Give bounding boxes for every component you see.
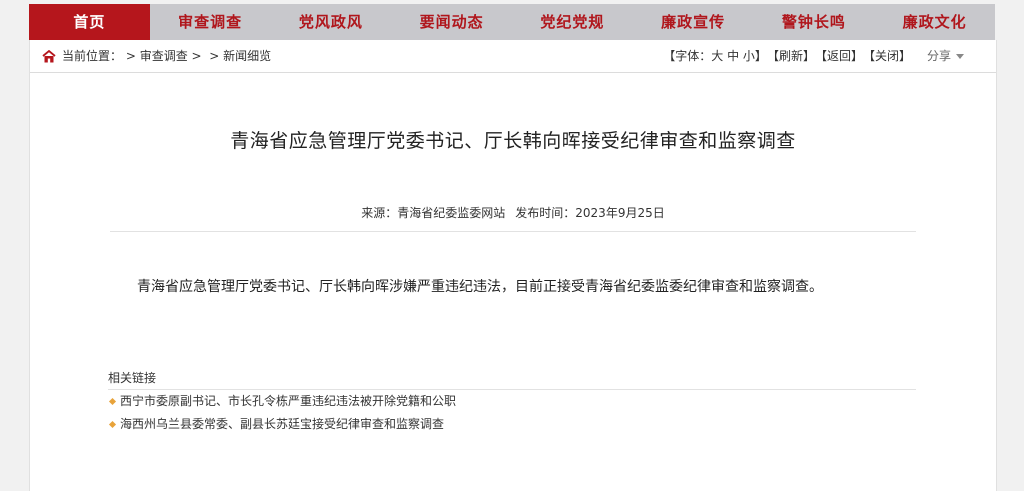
breadcrumb: 当前位置： > 审查调查 > > 新闻细览 <box>42 40 271 72</box>
breadcrumb-link-review[interactable]: 审查调查 <box>140 40 188 72</box>
related-link-item[interactable]: 海西州乌兰县委常委、副县长苏廷宝接受纪律审查和监察调查 <box>108 413 916 436</box>
nav-item-regulations[interactable]: 党纪党规 <box>512 4 633 40</box>
breadcrumb-separator: > <box>122 49 140 63</box>
related-links: 相关链接 西宁市委原副书记、市长孔令栋严重违纪违法被开除党籍和公职 海西州乌兰县… <box>108 368 916 436</box>
share-label: 分享 <box>926 49 951 63</box>
nav-item-home[interactable]: 首页 <box>29 4 150 40</box>
breadcrumb-current: 新闻细览 <box>223 49 272 63</box>
bullet-icon <box>108 420 117 429</box>
nav-item-culture[interactable]: 廉政文化 <box>874 4 995 40</box>
main-nav: 首页 审查调查 党风政风 要闻动态 党纪党规 廉政宣传 警钟长鸣 廉政文化 <box>29 4 995 40</box>
article-panel: 当前位置： > 审查调查 > > 新闻细览 【字体： 大 中 小 】 【刷新】 … <box>29 40 997 491</box>
article-source: 来源：青海省纪委监委网站 <box>361 206 506 220</box>
related-link-item[interactable]: 西宁市委原副书记、市长孔令栋严重违纪违法被开除党籍和公职 <box>108 390 916 413</box>
font-size-close-bracket: 】 <box>754 49 767 63</box>
nav-item-publicity[interactable]: 廉政宣传 <box>633 4 754 40</box>
toolbar: 当前位置： > 审查调查 > > 新闻细览 【字体： 大 中 小 】 【刷新】 … <box>30 40 996 73</box>
back-button[interactable]: 【返回】 <box>815 40 863 72</box>
article-title: 青海省应急管理厅党委书记、厅长韩向晖接受纪律审查和监察调查 <box>230 130 796 152</box>
font-size-label: 【字体： <box>663 49 712 63</box>
article-meta: 来源：青海省纪委监委网站 发布时间：2023年9月25日 <box>110 204 916 232</box>
related-links-list: 西宁市委原副书记、市长孔令栋严重违纪违法被开除党籍和公职 海西州乌兰县委常委、副… <box>108 390 916 436</box>
nav-item-warning[interactable]: 警钟长鸣 <box>754 4 875 40</box>
share-button[interactable]: 分享 <box>927 40 964 72</box>
article-publish-time: 发布时间：2023年9月25日 <box>515 206 665 220</box>
nav-item-news[interactable]: 要闻动态 <box>391 4 512 40</box>
font-large-button[interactable]: 大 <box>711 40 723 72</box>
breadcrumb-separator: > <box>187 49 206 63</box>
breadcrumb-separator: > <box>205 49 224 63</box>
home-icon <box>42 49 56 62</box>
page-tools: 【字体： 大 中 小 】 【刷新】 【返回】 【关闭】 分享 <box>663 40 964 72</box>
refresh-button[interactable]: 【刷新】 <box>767 40 815 72</box>
chevron-down-icon <box>956 53 964 59</box>
breadcrumb-prefix: 当前位置： <box>62 49 123 63</box>
close-button[interactable]: 【关闭】 <box>863 40 911 72</box>
bullet-icon <box>108 397 117 406</box>
font-medium-button[interactable]: 中 <box>727 40 739 72</box>
font-small-button[interactable]: 小 <box>743 40 755 72</box>
related-links-title: 相关链接 <box>108 368 916 390</box>
related-link-text: 西宁市委原副书记、市长孔令栋严重违纪违法被开除党籍和公职 <box>120 394 457 408</box>
article-body: 青海省应急管理厅党委书记、厅长韩向晖涉嫌严重违纪违法，目前正接受青海省纪委监委纪… <box>137 279 823 295</box>
nav-item-conduct[interactable]: 党风政风 <box>271 4 392 40</box>
related-link-text: 海西州乌兰县委常委、副县长苏廷宝接受纪律审查和监察调查 <box>120 417 445 431</box>
nav-item-review[interactable]: 审查调查 <box>150 4 271 40</box>
